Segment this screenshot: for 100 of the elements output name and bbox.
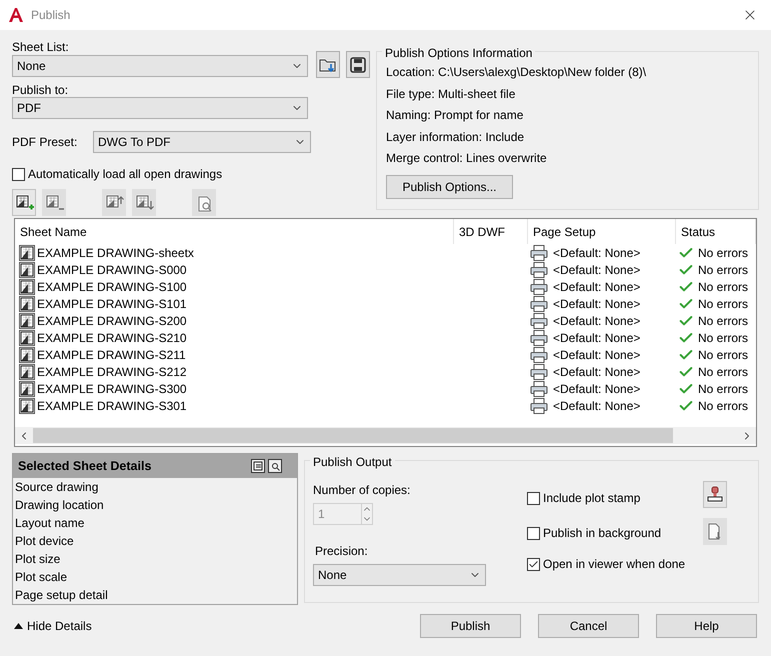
status-cell-text: No errors <box>698 312 748 330</box>
sheet-icon <box>19 244 35 260</box>
sheet-icon <box>19 312 35 328</box>
status-cell-text: No errors <box>698 278 748 296</box>
sheet-list-label: Sheet List: <box>12 39 70 54</box>
checkbox-label: Open in viewer when done <box>543 556 686 573</box>
save-icon <box>350 56 366 72</box>
publish-options-button[interactable]: Publish Options... <box>386 174 513 198</box>
hide-details-toggle[interactable]: Hide Details <box>14 617 407 635</box>
column-header[interactable]: Status <box>676 219 756 244</box>
list-view-icon[interactable] <box>251 459 265 473</box>
printer-icon <box>530 312 548 328</box>
sheet-name-cell-text: EXAMPLE DRAWING-S200 <box>37 312 187 330</box>
info-line: Naming: Prompt for name <box>386 107 524 124</box>
printer-icon <box>530 364 548 380</box>
sheet-icon <box>19 330 35 346</box>
checkbox-label: Publish in background <box>543 525 662 542</box>
page-setup-cell-text: <Default: None> <box>553 278 640 296</box>
scrollbar-thumb[interactable] <box>33 428 673 443</box>
page-setup-cell-text: <Default: None> <box>553 346 640 364</box>
toolbar-button[interactable] <box>12 189 36 216</box>
info-line: Layer information: Include <box>386 128 526 146</box>
page-setup-cell-text: <Default: None> <box>553 262 640 278</box>
sheet-list-dropdown[interactable]: None <box>12 55 308 77</box>
status-cell-text: No errors <box>698 296 748 312</box>
sheet-icon <box>19 296 35 312</box>
sheet-name-cell-text: EXAMPLE DRAWING-S300 <box>37 380 187 398</box>
printer-icon <box>530 330 548 346</box>
sheet-icon <box>19 262 35 278</box>
page-setup-cell-text: <Default: None> <box>553 244 640 262</box>
page-setup-cell-text: <Default: None> <box>553 380 640 398</box>
horizontal-scrollbar[interactable] <box>15 427 756 444</box>
column-header[interactable]: 3D DWF <box>454 219 528 244</box>
checkbox[interactable] <box>527 558 540 570</box>
precision-label: Precision: <box>315 543 369 560</box>
detail-item: Source drawing <box>14 479 100 496</box>
dialog-button[interactable]: Cancel <box>538 614 639 638</box>
status-cell-text: No errors <box>698 262 748 278</box>
checkbox-label: Include plot stamp <box>543 490 640 507</box>
sheet-name-cell-text: EXAMPLE DRAWING-S210 <box>37 330 187 346</box>
document-download-icon <box>707 522 723 540</box>
add-sheet-icon <box>14 192 34 212</box>
printer-icon <box>530 346 548 362</box>
page-setup-cell-text: <Default: None> <box>553 398 640 414</box>
page-setup-cell-text: <Default: None> <box>553 364 640 380</box>
status-cell-text: No errors <box>698 364 748 380</box>
dialog-button[interactable]: Help <box>656 614 757 638</box>
printer-icon <box>530 380 548 396</box>
plot-stamp-button[interactable] <box>703 481 727 508</box>
checkbox[interactable] <box>527 526 540 540</box>
detail-item: Page setup detail <box>14 587 109 604</box>
status-cell-text: No errors <box>698 330 748 346</box>
detail-item: Plot scale <box>14 569 68 586</box>
sheet-icon <box>19 278 35 294</box>
page-setup-cell-text: <Default: None> <box>553 330 640 346</box>
printer-icon <box>530 244 548 260</box>
detail-item: Drawing location <box>14 497 105 514</box>
detail-item: Plot size <box>14 551 62 568</box>
status-cell-text: No errors <box>698 398 748 414</box>
sheet-name-cell-text: EXAMPLE DRAWING-S101 <box>37 296 187 312</box>
sheet-name-cell-text: EXAMPLE DRAWING-S212 <box>37 364 187 380</box>
status-cell-text: No errors <box>698 244 748 262</box>
printer-icon <box>530 278 548 294</box>
precision-dropdown[interactable]: None <box>313 564 486 586</box>
publish-to-dropdown[interactable]: PDF <box>12 97 308 119</box>
detail-item: Plot device <box>14 533 75 550</box>
save-list-button[interactable] <box>346 51 370 78</box>
status-cell-text: No errors <box>698 380 748 398</box>
detail-item: Layout name <box>14 515 86 532</box>
checkbox[interactable] <box>527 492 540 504</box>
details-title: Selected Sheet Details <box>18 458 152 475</box>
sheet-name-cell-text: EXAMPLE DRAWING-S000 <box>37 262 187 278</box>
printer-icon <box>530 296 548 312</box>
info-line: File type: Multi-sheet file <box>386 86 516 102</box>
checkbox-label: Automatically load all open drawings <box>28 166 222 183</box>
sheet-icon <box>19 380 35 396</box>
window-title: Publish <box>31 7 70 24</box>
load-list-button[interactable] <box>316 51 340 78</box>
printer-icon <box>530 262 548 278</box>
stamp-icon <box>706 486 724 504</box>
pdf-preset-label: PDF Preset: <box>12 134 78 151</box>
sheet-name-cell-text: EXAMPLE DRAWING-S301 <box>37 398 187 414</box>
sheet-name-cell-text: EXAMPLE DRAWING-sheetx <box>37 244 194 262</box>
move-down-icon <box>134 192 154 212</box>
sheet-icon <box>19 364 35 380</box>
printer-icon <box>530 398 548 414</box>
remove-sheet-icon <box>44 192 64 212</box>
sheet-name-cell-text: EXAMPLE DRAWING-S100 <box>37 278 187 296</box>
info-line: Merge control: Lines overwrite <box>386 150 548 167</box>
app-logo-icon <box>9 8 23 22</box>
pdf-preset-dropdown[interactable]: DWG To PDF <box>93 131 311 153</box>
preview-icon[interactable] <box>268 459 282 473</box>
sheet-icon <box>19 346 35 362</box>
copies-label: Number of copies: <box>313 482 412 499</box>
publish-to-label: Publish to: <box>12 82 70 97</box>
dialog-button[interactable]: Publish <box>420 614 521 638</box>
folder-icon <box>319 56 337 72</box>
column-header[interactable]: Page Setup <box>528 219 676 244</box>
column-header[interactable]: Sheet Name <box>15 219 454 244</box>
checkbox[interactable] <box>12 168 25 180</box>
